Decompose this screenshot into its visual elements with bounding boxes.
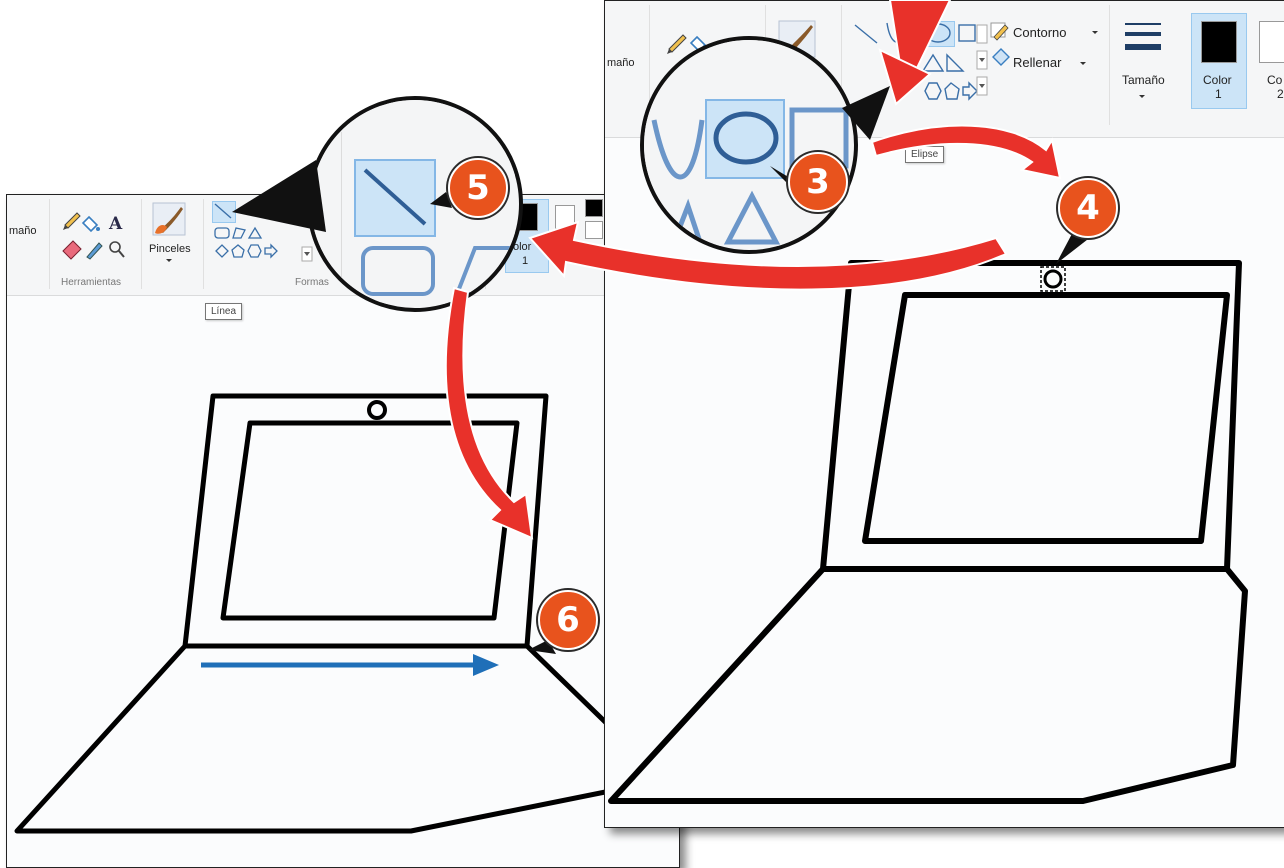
laptop-base-outline — [14, 643, 668, 834]
step-badge-5: 5 — [448, 158, 508, 218]
step-badge-6: 6 — [538, 590, 598, 650]
laptop-screen-outline — [862, 292, 1230, 544]
step-badge-4: 4 — [1058, 178, 1118, 238]
laptop-lid-outline — [182, 393, 549, 649]
drawn-line-arrowhead — [473, 654, 499, 676]
magnifier-ellipse-tool — [640, 36, 858, 254]
webcam-ellipse — [1043, 269, 1063, 289]
laptop-screen-outline — [220, 420, 520, 621]
laptop-base-outline — [608, 566, 1248, 804]
webcam-circle — [367, 400, 387, 420]
step-badge-3: 3 — [788, 152, 848, 212]
